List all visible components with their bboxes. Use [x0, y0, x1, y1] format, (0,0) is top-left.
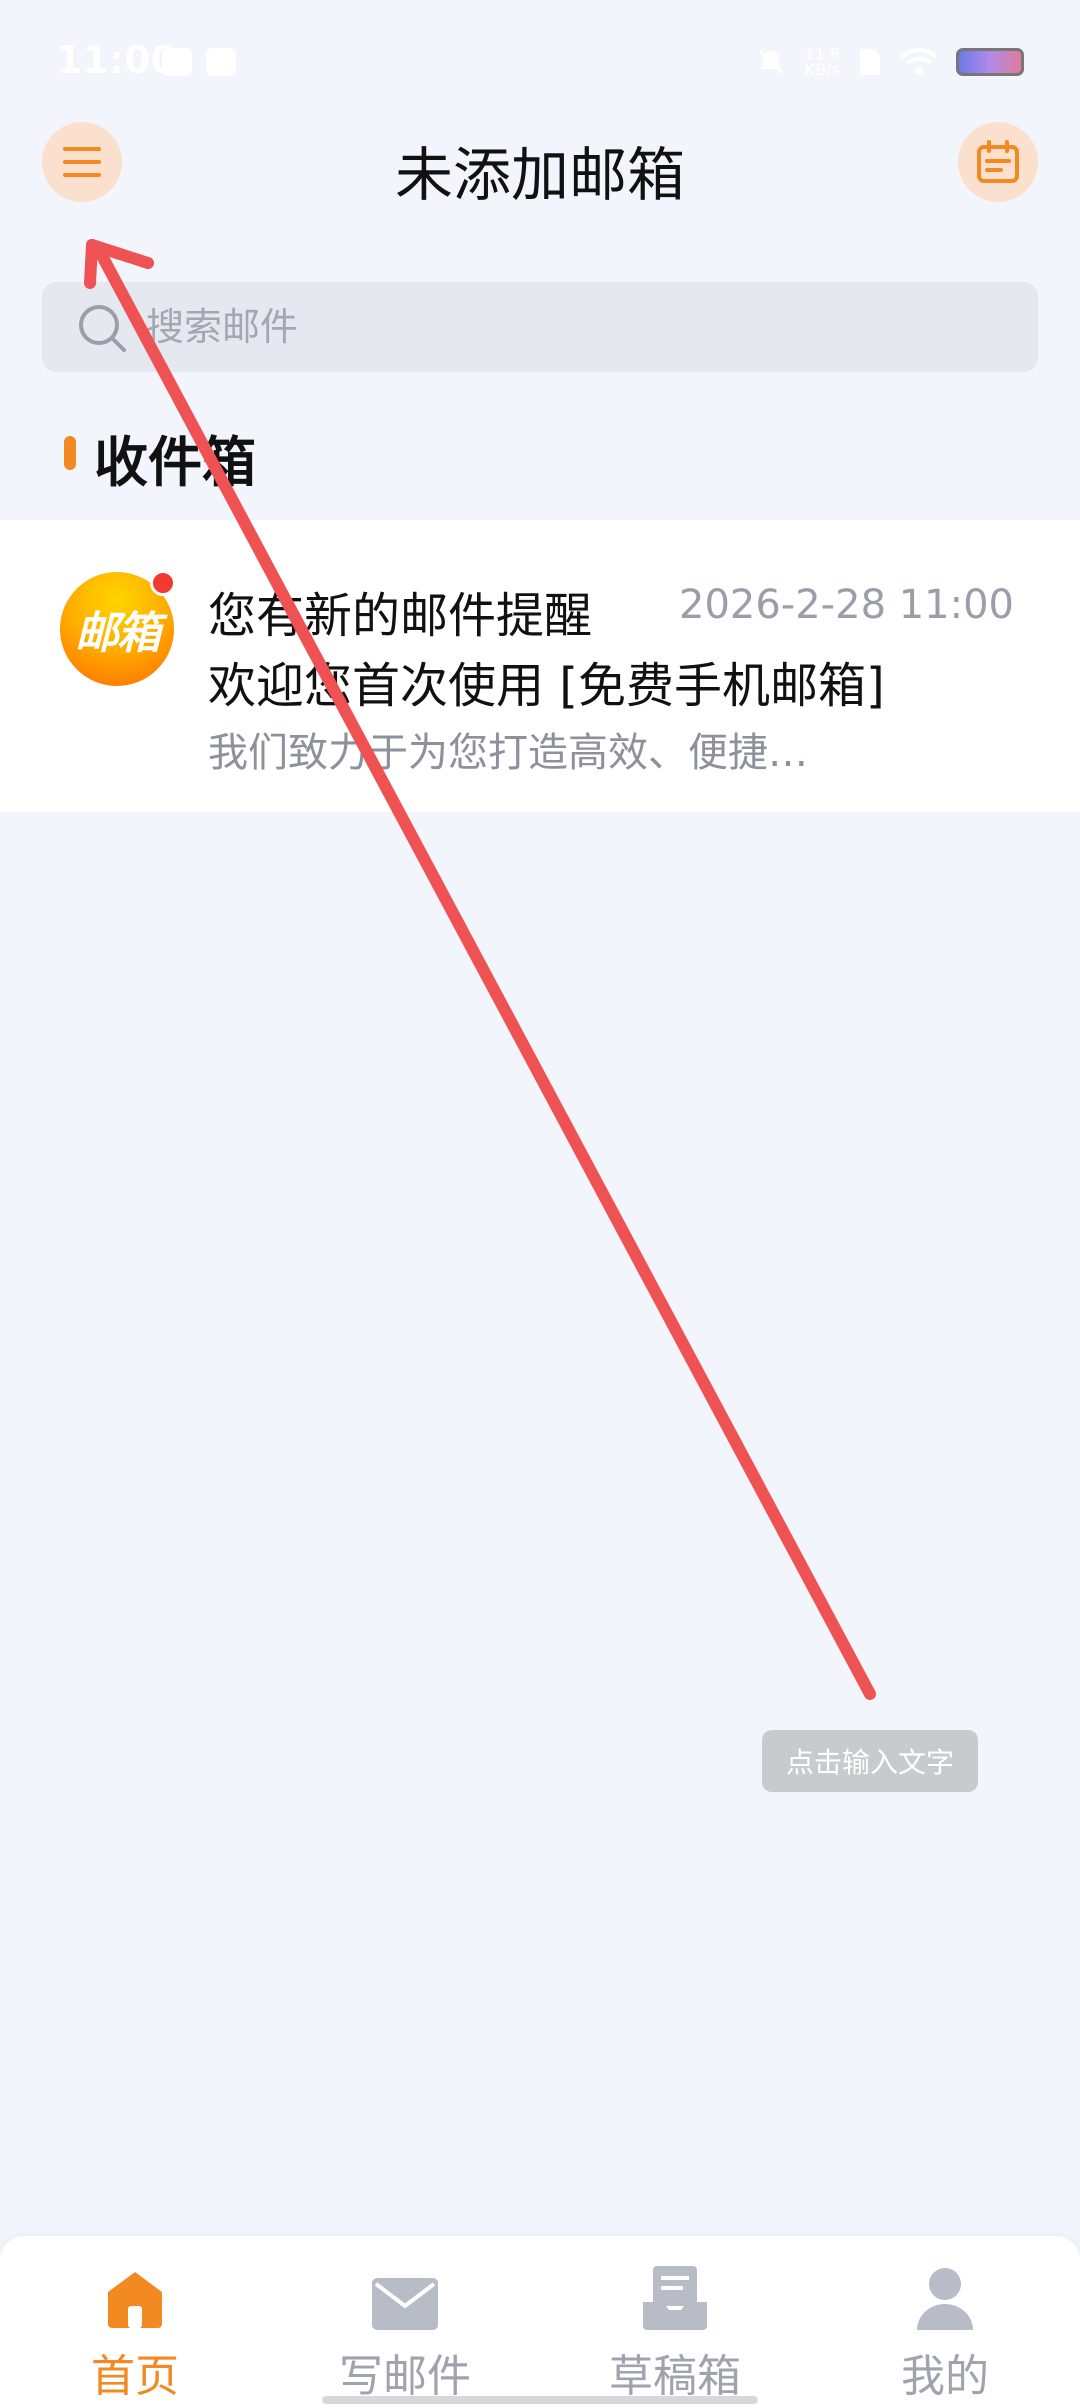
calendar-button[interactable] [958, 122, 1038, 202]
status-time: 11:00 [56, 38, 177, 82]
home-icon [108, 2272, 162, 2328]
mute-icon [759, 49, 784, 75]
nav-home-label: 首页 [91, 2351, 179, 2402]
page-title: 未添加邮箱 [394, 141, 685, 209]
section-title-inbox: 收件箱 [94, 431, 256, 494]
mail-preview: 我们致力于为您打造高效、便捷的邮件体验 [208, 730, 828, 776]
nav-home[interactable]: 首页 [0, 2236, 270, 2408]
mail-list-item[interactable]: 邮箱 您有新的邮件提醒 2026-2-28 11:00 欢迎您首次使用 [免费手… [0, 520, 1080, 812]
status-bar: 11:00 11.8 KB/s [0, 0, 1080, 120]
nav-compose[interactable]: 写邮件 [270, 2236, 540, 2408]
search-input[interactable] [146, 282, 1006, 372]
bottom-navigation: 首页 写邮件 草稿箱 我的 [0, 2236, 1080, 2408]
text-input-hint[interactable]: 点击输入文字 [762, 1730, 978, 1792]
notification-icons [162, 48, 236, 76]
wifi-icon [900, 47, 938, 75]
battery-icon [956, 48, 1024, 76]
profile-icon [917, 2268, 973, 2330]
search-bar[interactable] [42, 282, 1038, 372]
system-icons: 11.8 KB/s [756, 46, 1024, 78]
avatar: 邮箱 [60, 570, 176, 686]
nav-drafts[interactable]: 草稿箱 [540, 2236, 810, 2408]
section-marker [64, 436, 76, 470]
unread-dot [150, 570, 176, 596]
mail-sender: 您有新的邮件提醒 [208, 588, 593, 644]
nav-compose-label: 写邮件 [339, 2351, 471, 2402]
mail-icon [372, 2278, 438, 2330]
avatar-text: 邮箱 [75, 608, 161, 659]
calendar-icon [977, 140, 1019, 183]
sim-icon [860, 49, 880, 75]
network-speed: 11.8 KB/s [804, 46, 840, 78]
drafts-icon [643, 2266, 707, 2330]
message-notification-icon [206, 48, 236, 76]
net-speed-unit: KB/s [804, 60, 840, 79]
nav-drafts-label: 草稿箱 [609, 2351, 741, 2402]
home-indicator[interactable] [322, 2396, 758, 2404]
mail-time: 2026-2-28 11:00 [679, 582, 1014, 628]
gallery-notification-icon [162, 48, 192, 76]
mail-subject: 欢迎您首次使用 [免费手机邮箱] [208, 658, 885, 714]
nav-profile[interactable]: 我的 [810, 2236, 1080, 2408]
nav-profile-label: 我的 [901, 2351, 989, 2402]
search-icon [79, 305, 126, 352]
